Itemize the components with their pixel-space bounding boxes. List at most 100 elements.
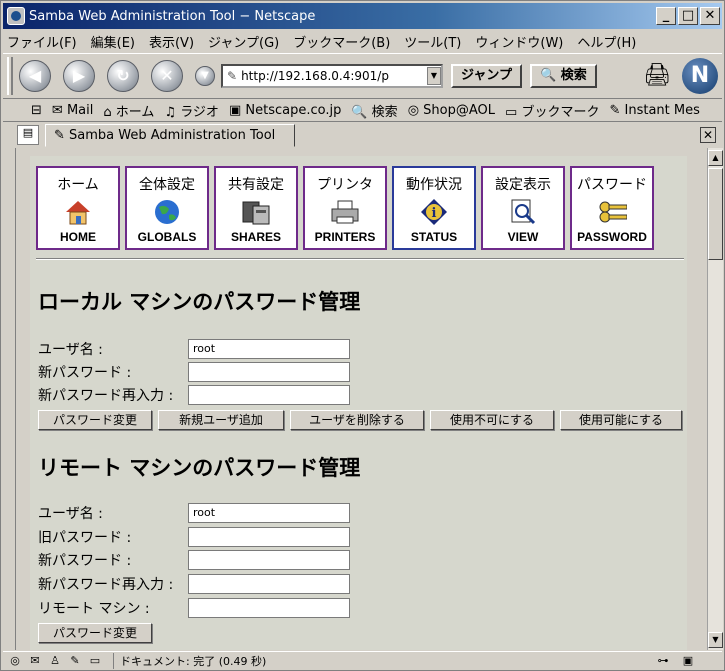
add-user-button[interactable]: 新規ユーザ追加 <box>158 410 284 430</box>
connection-icon: ⊶ <box>657 654 669 667</box>
local-user-input[interactable]: root <box>188 339 350 359</box>
menu-bookmarks[interactable]: ブックマーク(B) <box>293 32 390 51</box>
disable-user-button[interactable]: 使用不可にする <box>430 410 554 430</box>
change-password-button[interactable]: パスワード変更 <box>38 410 152 430</box>
personal-item-search[interactable]: 🔍 検索 <box>351 101 397 120</box>
remote-machine-row: リモート マシン : <box>38 597 350 619</box>
menu-help[interactable]: ヘルプ(H) <box>577 32 636 51</box>
nav-label-en: STATUS <box>410 230 458 244</box>
mail-status-icon[interactable]: ✉ <box>27 654 43 668</box>
personal-item-radio[interactable]: ♫ ラジオ <box>164 101 219 120</box>
menu-file[interactable]: ファイル(F) <box>7 32 77 51</box>
reload-button[interactable]: ↻ <box>107 60 139 92</box>
tab-close-button[interactable]: ✕ <box>700 127 716 143</box>
aim-icon[interactable]: ♙ <box>47 654 63 668</box>
personal-item-label: Instant Mes <box>624 103 700 118</box>
back-button[interactable]: ◀ <box>19 60 51 92</box>
print-icon[interactable]: 🖨 <box>642 61 672 91</box>
remote-machine-label: リモート マシン : <box>38 601 150 617</box>
scroll-up-icon[interactable]: ▲ <box>708 150 723 166</box>
nav-label-jp: 全体設定 <box>139 177 195 193</box>
new-tab-icon[interactable]: ▤ <box>17 125 39 145</box>
remote-repw-label: 新パスワード再入力 : <box>38 577 174 593</box>
security-lock-icon[interactable]: ▣ <box>680 654 696 668</box>
printer-icon <box>330 198 360 226</box>
local-user-row: ユーザ名 : root <box>38 338 350 360</box>
toolbar-grip[interactable] <box>7 57 13 95</box>
nav-shares[interactable]: 共有設定 SHARES <box>214 166 298 250</box>
remote-user-row: ユーザ名 : root <box>38 502 350 524</box>
remote-change-password-button[interactable]: パスワード変更 <box>38 623 152 643</box>
shares-icon <box>241 198 271 226</box>
remote-oldpw-input[interactable] <box>188 527 350 547</box>
nav-status[interactable]: 動作状況 i STATUS <box>392 166 476 250</box>
personal-toolbar: ⊟ ✉ Mail ⌂ ホーム ♫ ラジオ ▣ Netscape.co.jp 🔍 … <box>3 100 722 122</box>
composer-icon[interactable]: ✎ <box>67 654 83 668</box>
home-icon <box>63 198 93 226</box>
go-button[interactable]: ジャンプ <box>451 64 522 88</box>
headphones-icon: ♫ <box>164 105 177 120</box>
menu-view[interactable]: 表示(V) <box>149 32 194 51</box>
remote-buttons: パスワード変更 <box>38 623 158 643</box>
personal-item-shop[interactable]: ◎ Shop@AOL <box>408 103 495 118</box>
personal-item-mail[interactable]: ✉ Mail <box>52 103 93 118</box>
nav-label-jp: 動作状況 <box>406 177 462 193</box>
nav-label-jp: パスワード <box>577 177 647 193</box>
nav-label-en: SHARES <box>230 230 281 244</box>
remote-repw-input[interactable] <box>188 574 350 594</box>
close-button[interactable]: ✕ <box>700 7 720 25</box>
vertical-scrollbar[interactable]: ▲ ▼ <box>707 148 723 650</box>
personal-item-netscape[interactable]: ▣ Netscape.co.jp <box>229 103 341 118</box>
nav-label-en: VIEW <box>507 230 539 244</box>
maximize-button[interactable]: □ <box>678 7 698 25</box>
tab-toggle-icon[interactable]: ⊟ <box>31 103 42 118</box>
title-bar: Samba Web Administration Tool − Netscape… <box>3 3 722 29</box>
remote-repw-row: 新パスワード再入力 : <box>38 573 350 595</box>
personal-item-instant[interactable]: ✎ Instant Mes <box>609 103 699 118</box>
menu-edit[interactable]: 編集(E) <box>91 32 135 51</box>
personal-item-label: Mail <box>66 103 94 118</box>
tab-label: Samba Web Administration Tool <box>69 128 276 143</box>
search-icon: 🔍 <box>539 68 557 83</box>
local-repw-input[interactable] <box>188 385 350 405</box>
nav-globals[interactable]: 全体設定 GLOBALS <box>125 166 209 250</box>
tab-samba[interactable]: ✎ Samba Web Administration Tool <box>45 124 295 147</box>
search-button[interactable]: 🔍 検索 <box>529 64 597 88</box>
url-dropdown-icon[interactable]: ▼ <box>427 67 441 85</box>
stop-button[interactable]: ✕ <box>151 60 183 92</box>
tab-bar: ▤ ✎ Samba Web Administration Tool ✕ <box>3 123 722 147</box>
address-book-icon[interactable]: ▭ <box>87 654 103 668</box>
browser-window: Samba Web Administration Tool − Netscape… <box>0 0 725 671</box>
dropdown-button[interactable]: ▼ <box>195 66 215 86</box>
netscape-logo[interactable]: N <box>682 58 718 94</box>
nav-home[interactable]: ホーム HOME <box>36 166 120 250</box>
local-repw-row: 新パスワード再入力 : <box>38 384 350 406</box>
menu-go[interactable]: ジャンプ(G) <box>208 32 279 51</box>
nav-password[interactable]: パスワード PASSWORD <box>570 166 654 250</box>
menu-tools[interactable]: ツール(T) <box>404 32 461 51</box>
personal-item-bookmarks[interactable]: ▭ ブックマーク <box>505 101 599 120</box>
nav-printers[interactable]: プリンタ PRINTERS <box>303 166 387 250</box>
local-newpw-input[interactable] <box>188 362 350 382</box>
remote-machine-input[interactable] <box>188 598 350 618</box>
delete-user-button[interactable]: ユーザを削除する <box>290 410 424 430</box>
menu-window[interactable]: ウィンドウ(W) <box>475 32 563 51</box>
nav-label-en: GLOBALS <box>137 230 197 244</box>
forward-button[interactable]: ▶ <box>63 60 95 92</box>
network-icon[interactable]: ◎ <box>7 654 23 668</box>
personal-item-home[interactable]: ⌂ ホーム <box>103 101 154 120</box>
status-text: ドキュメント: 完了 (0.49 秒) <box>113 653 266 669</box>
nav-view[interactable]: 設定表示 VIEW <box>481 166 565 250</box>
enable-user-button[interactable]: 使用可能にする <box>560 410 682 430</box>
url-field[interactable]: ✎ http://192.168.0.4:901/p ▼ <box>221 64 443 88</box>
pin-icon: ✎ <box>609 103 621 118</box>
personal-item-label: ブックマーク <box>521 105 600 120</box>
scroll-thumb[interactable] <box>708 168 723 260</box>
scroll-down-icon[interactable]: ▼ <box>708 632 723 648</box>
minimize-button[interactable]: _ <box>656 7 676 25</box>
remote-user-input[interactable]: root <box>188 503 350 523</box>
personal-item-label: ラジオ <box>180 105 219 120</box>
local-repw-label: 新パスワード再入力 : <box>38 388 174 404</box>
nav-label-jp: 設定表示 <box>495 177 551 193</box>
remote-newpw-input[interactable] <box>188 550 350 570</box>
